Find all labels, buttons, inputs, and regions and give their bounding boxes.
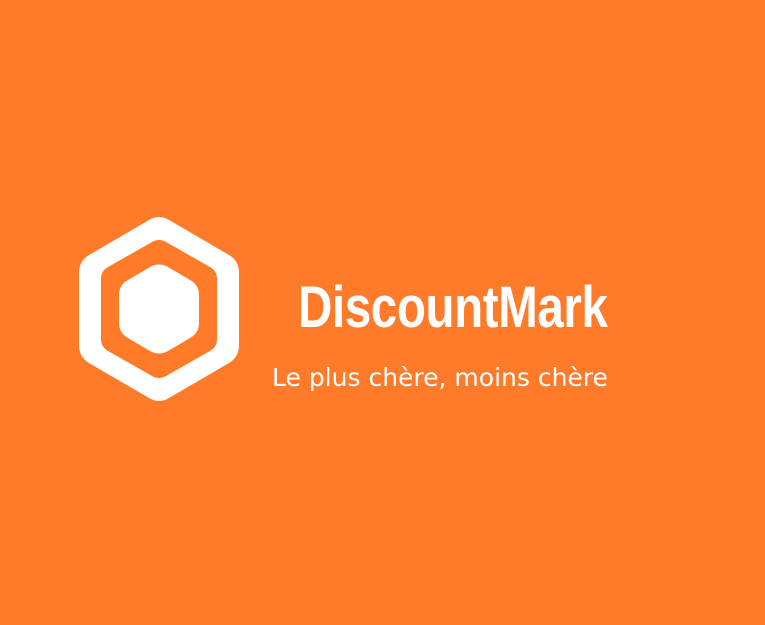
brand-tagline: Le plus chère, moins chère xyxy=(272,363,608,392)
logo-canvas: DiscountMark Le plus chère, moins chère xyxy=(0,0,765,625)
hexagon-ring-icon xyxy=(79,217,239,401)
brand-name: DiscountMark xyxy=(298,275,608,340)
